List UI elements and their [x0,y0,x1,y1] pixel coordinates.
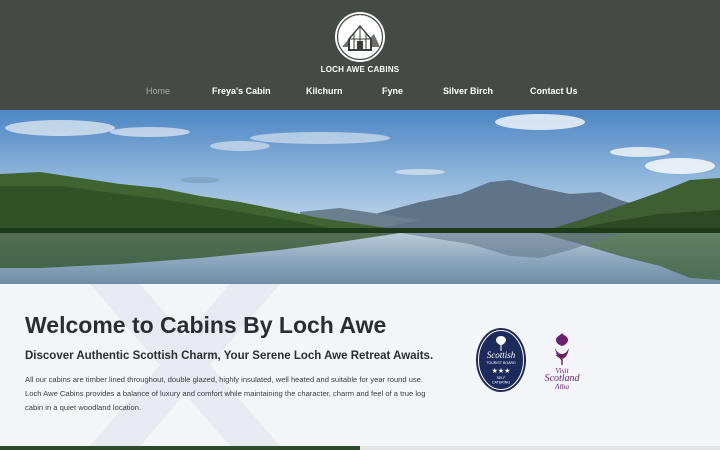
nav-item-contact-us[interactable]: Contact Us [530,86,578,96]
nav-item-fyne[interactable]: Fyne [382,86,403,96]
intro-text: All our cabins are timber lined througho… [25,373,457,415]
decorative-x-shape [90,284,280,446]
nav-item-silver-birch[interactable]: Silver Birch [443,86,493,96]
nav-item-kilchurn[interactable]: Kilchurn [306,86,343,96]
page-title: Welcome to Cabins By Loch Awe [25,312,387,338]
cabin-mountain-logo-icon[interactable] [334,11,386,63]
brand-name: LOCH AWE CABINS [320,65,400,74]
light-panel-strip [360,446,720,450]
intro-line: All our cabins are timber lined througho… [25,375,424,384]
badge-stars: ★★★ [492,367,511,375]
welcome-section: Welcome to Cabins By Loch Awe Discover A… [0,284,720,446]
badge-catering-text: CATERING [492,381,511,385]
intro-line: cabin in a quiet woodland location. [25,403,142,412]
scottish-tourist-board-badge: Scottish TOURIST BOARD ★★★ SELF CATERING [475,327,527,393]
next-section-preview [0,446,720,450]
badge-scottish-text: Scottish [487,350,516,360]
badge-tourist-board-text: TOURIST BOARD [486,361,516,365]
page-subtitle: Discover Authentic Scottish Charm, Your … [25,350,434,362]
intro-line: Loch Awe Cabins provides a balance of lu… [25,389,426,398]
badge-self-text: SELF [497,376,507,380]
visit-scotland-logo: Visit Scotland Alba [534,329,590,391]
nav-item-freyas-cabin[interactable]: Freya's Cabin [212,86,271,96]
hero-image [0,110,720,284]
alba-text: Alba [554,382,569,391]
site-header: LOCH AWE CABINS Home Freya's Cabin Kilch… [0,0,720,110]
nav-item-home[interactable]: Home [146,86,170,96]
forest-image-strip [0,446,360,450]
main-nav: Home Freya's Cabin Kilchurn Fyne Silver … [0,86,720,100]
